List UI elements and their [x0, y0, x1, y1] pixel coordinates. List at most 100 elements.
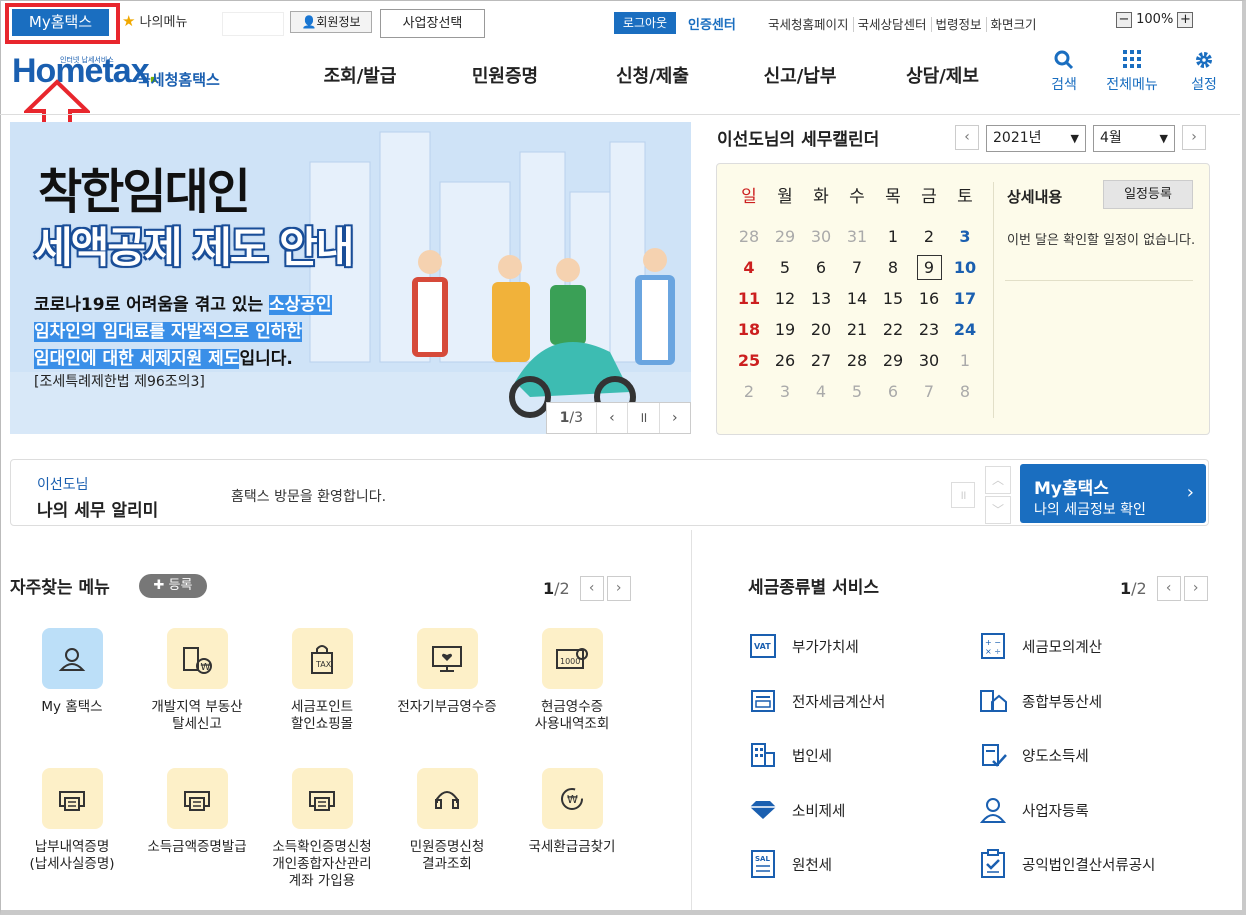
year-select[interactable]: 2021년 ▼	[986, 125, 1086, 152]
tax-services-prev-button[interactable]: ‹	[1156, 576, 1181, 601]
business-select-button[interactable]: 사업장선택	[380, 9, 485, 38]
my-menu-link[interactable]: ★ 나의메뉴	[122, 11, 187, 30]
calendar-day[interactable]: 15	[875, 283, 911, 314]
nav-report-pay[interactable]: 신고/납부	[725, 62, 875, 88]
calendar-day[interactable]: 1	[875, 221, 911, 252]
logout-button[interactable]: 로그아웃	[614, 12, 676, 34]
fav-civil-result[interactable]: 민원증명신청 결과조회	[387, 768, 507, 873]
calendar-day[interactable]: 7	[839, 252, 875, 283]
tax-services-next-button[interactable]: ›	[1183, 576, 1208, 601]
tax-business-registration[interactable]: 사업자등록	[978, 795, 1089, 825]
favorites-next-button[interactable]: ›	[606, 576, 631, 601]
fav-tax-point-mall[interactable]: TAX 세금포인트 할인쇼핑몰	[262, 628, 382, 733]
printer-icon	[166, 768, 228, 829]
nav-consult-report[interactable]: 상담/제보	[875, 62, 1010, 88]
tax-transfer-income[interactable]: 양도소득세	[978, 740, 1089, 770]
tax-public-corp-disclosure[interactable]: 공익법인결산서류공시	[978, 849, 1155, 879]
calendar-day[interactable]: 4	[803, 376, 839, 407]
alarm-down-button[interactable]: ﹀	[985, 496, 1011, 524]
calendar-day[interactable]: 28	[731, 221, 767, 252]
calendar-day[interactable]: 5	[767, 252, 803, 283]
fav-development-area[interactable]: ₩ 개발지역 부동산 탈세신고	[137, 628, 257, 733]
tax-vat[interactable]: VAT 부가가치세	[748, 631, 859, 661]
calendar-day[interactable]: 17	[947, 283, 983, 314]
calendar-day[interactable]: 14	[839, 283, 875, 314]
calendar-day[interactable]: 29	[875, 345, 911, 376]
calendar-day[interactable]: 6	[875, 376, 911, 407]
calendar-day[interactable]: 7	[911, 376, 947, 407]
calendar-day[interactable]: 10	[947, 252, 983, 283]
calendar-day[interactable]: 30	[911, 345, 947, 376]
header-tools: 검색 전체메뉴 설정	[1040, 50, 1232, 94]
calendar-next-button[interactable]: ›	[1182, 125, 1206, 150]
tax-simulation[interactable]: + − × ÷ 세금모의계산	[978, 631, 1102, 661]
calendar-day[interactable]: 8	[875, 252, 911, 283]
all-menu-tool[interactable]: 전체메뉴	[1088, 50, 1176, 94]
alarm-pause-button[interactable]: ॥	[951, 482, 975, 508]
calendar-day[interactable]: 19	[767, 314, 803, 345]
calendar-day[interactable]: 21	[839, 314, 875, 345]
calendar-day[interactable]: 26	[767, 345, 803, 376]
calendar-day[interactable]: 18	[731, 314, 767, 345]
fav-donation-receipt[interactable]: 전자기부금영수증	[387, 628, 507, 716]
calendar-day[interactable]: 8	[947, 376, 983, 407]
calendar-day[interactable]: 13	[803, 283, 839, 314]
calendar-day[interactable]: 16	[911, 283, 947, 314]
calendar-day[interactable]: 4	[731, 252, 767, 283]
calendar-day[interactable]: 11	[731, 283, 767, 314]
favorites-register-button[interactable]: ✚ 등록	[139, 574, 207, 598]
banner-prev-button[interactable]: ‹	[595, 403, 627, 433]
calendar-day[interactable]: 6	[803, 252, 839, 283]
calendar-day[interactable]: 12	[767, 283, 803, 314]
calendar-day[interactable]: 29	[767, 221, 803, 252]
calendar-day[interactable]: 1	[947, 345, 983, 376]
member-info-button[interactable]: 👤회원정보	[290, 11, 372, 33]
fav-refund-search[interactable]: ₩ 국세환급금찾기	[512, 768, 632, 856]
calendar-day-today[interactable]: 9	[911, 252, 947, 283]
calendar-day[interactable]: 31	[839, 221, 875, 252]
calendar-day[interactable]: 24	[947, 314, 983, 345]
calendar-day[interactable]: 3	[767, 376, 803, 407]
zoom-out-button[interactable]: −	[1116, 12, 1132, 28]
fav-income-cert[interactable]: 소득금액증명발급	[137, 768, 257, 856]
tax-withholding[interactable]: SAL 원천세	[748, 849, 832, 879]
tax-comprehensive-real-estate[interactable]: 종합부동산세	[978, 686, 1102, 716]
zoom-in-button[interactable]: +	[1177, 12, 1194, 28]
nav-civil-cert[interactable]: 민원증명	[430, 62, 580, 88]
tax-e-invoice[interactable]: 전자세금계산서	[748, 686, 885, 716]
month-select[interactable]: 4월 ▼	[1093, 125, 1175, 152]
cert-center-link[interactable]: 인증센터	[688, 14, 736, 33]
calendar-day[interactable]: 28	[839, 345, 875, 376]
nav-inquiry-issue[interactable]: 조회/발급	[290, 62, 430, 88]
nav-apply-submit[interactable]: 신청/제출	[580, 62, 725, 88]
banner-next-button[interactable]: ›	[658, 403, 690, 433]
banner-pause-button[interactable]: ॥	[627, 403, 658, 433]
tax-corporate[interactable]: 법인세	[748, 740, 832, 770]
fav-my-hometax[interactable]: My 홈택스	[12, 628, 132, 716]
schedule-register-button[interactable]: 일정등록	[1103, 180, 1193, 209]
fav-isa-income-cert[interactable]: 소득확인증명신청 개인종합자산관리 계좌 가입용	[262, 768, 382, 890]
calendar-day[interactable]: 20	[803, 314, 839, 345]
calendar-day[interactable]: 25	[731, 345, 767, 376]
calendar-day[interactable]: 3	[947, 221, 983, 252]
settings-tool[interactable]: 설정	[1176, 50, 1232, 94]
nts-homepage-link[interactable]: 국세청홈페이지	[764, 17, 853, 32]
tax-consumption[interactable]: 소비제세	[748, 795, 845, 825]
search-tool[interactable]: 검색	[1040, 50, 1088, 94]
main-banner[interactable]: 착한임대인 세액공제 제도 안내 코로나19로 어려움을 겪고 있는 소상공인 …	[10, 122, 691, 434]
calendar-day[interactable]: 5	[839, 376, 875, 407]
calendar-day[interactable]: 2	[731, 376, 767, 407]
calendar-day[interactable]: 2	[911, 221, 947, 252]
nts-counsel-link[interactable]: 국세상담센터	[852, 17, 931, 32]
calendar-day[interactable]: 22	[875, 314, 911, 345]
calendar-day[interactable]: 27	[803, 345, 839, 376]
alarm-up-button[interactable]: ︿	[985, 466, 1011, 494]
fav-payment-cert[interactable]: 납부내역증명 (납세사실증명)	[12, 768, 132, 873]
calendar-day[interactable]: 30	[803, 221, 839, 252]
calendar-day[interactable]: 23	[911, 314, 947, 345]
my-hometax-shortcut[interactable]: My홈택스 나의 세금정보 확인 ›	[1020, 464, 1206, 523]
law-info-link[interactable]: 법령정보	[930, 17, 986, 32]
calendar-prev-button[interactable]: ‹	[955, 125, 979, 150]
fav-cash-receipt[interactable]: 1000 현금영수증 사용내역조회	[512, 628, 632, 733]
favorites-prev-button[interactable]: ‹	[579, 576, 604, 601]
